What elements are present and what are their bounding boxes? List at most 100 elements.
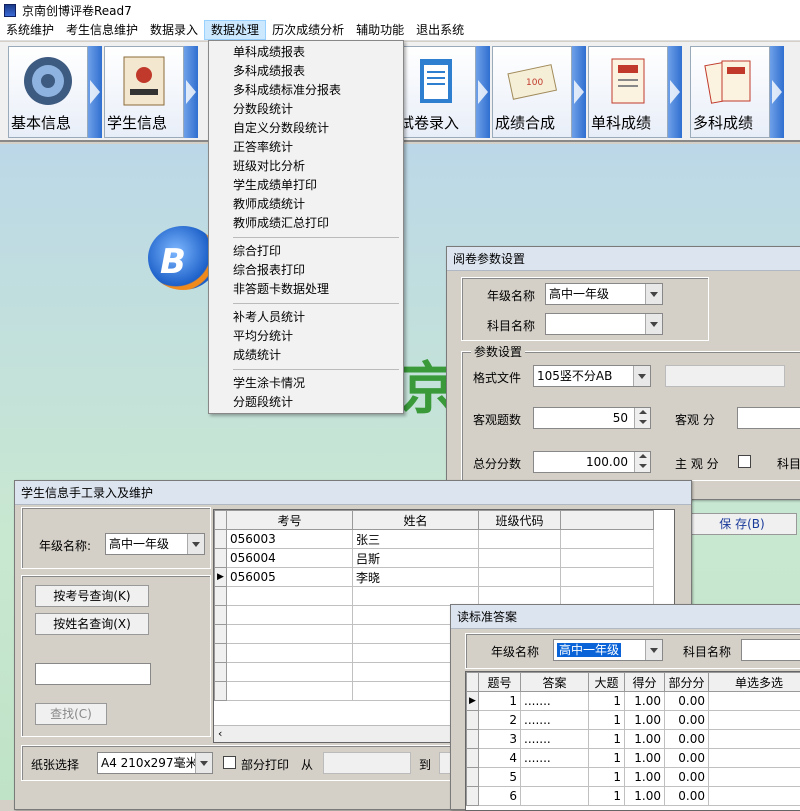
cell-question-no[interactable]: 6 [479,787,521,806]
stepper-arrows-icon[interactable] [634,408,650,428]
column-header-partial-score[interactable]: 部分分 [665,673,709,692]
cell-answer[interactable]: ....... [521,692,589,711]
cell-answer[interactable]: ....... [521,749,589,768]
table-row[interactable]: 056004吕斯 [215,549,654,568]
cell-question-no[interactable]: 5 [479,768,521,787]
table-row[interactable]: 4.......11.000.00 [467,749,800,768]
menuitem-teacher-score-stats[interactable]: 教师成绩统计 [209,195,403,214]
cell-score[interactable]: 1.00 [625,787,665,806]
total-score-stepper[interactable]: 100.00 [533,451,651,473]
table-row[interactable]: 511.000.00 [467,768,800,787]
cell-section[interactable]: 1 [589,730,625,749]
row-selector[interactable] [467,730,479,749]
menuitem-average-score-stats[interactable]: 平均分统计 [209,327,403,346]
cell-answer[interactable]: ....... [521,711,589,730]
toolbar-student-info-button[interactable]: 学生信息 [104,46,184,138]
paper-select[interactable]: A4 210x297毫米 [97,752,213,774]
cell-name[interactable]: 李晓 [353,568,479,587]
cell-score[interactable]: 1.00 [625,692,665,711]
cell-class-code[interactable] [479,549,561,568]
cell-name[interactable]: 吕斯 [353,549,479,568]
find-button[interactable]: 查找(C) [35,703,107,725]
current-row-indicator-icon[interactable]: ▶ [467,692,479,711]
objective-count-stepper[interactable]: 50 [533,407,651,429]
cell-partial-score[interactable]: 0.00 [665,711,709,730]
table-row[interactable]: 056003张三 [215,530,654,549]
menuitem-teacher-summary-print[interactable]: 教师成绩汇总打印 [209,214,403,233]
cell-section[interactable]: 1 [589,711,625,730]
cell-name[interactable]: 张三 [353,530,479,549]
column-header-score[interactable]: 得分 [625,673,665,692]
row-selector[interactable] [467,787,479,806]
column-header-exam-id[interactable]: 考号 [227,511,353,530]
table-row[interactable]: 611.000.00 [467,787,800,806]
cell-single-multi[interactable] [709,787,800,806]
table-row[interactable]: 2.......11.000.00 [467,711,800,730]
cell-score[interactable]: 1.00 [625,730,665,749]
cell-partial-score[interactable]: 0.00 [665,730,709,749]
cell-partial-score[interactable]: 0.00 [665,749,709,768]
row-selector[interactable] [215,530,227,549]
subject-select[interactable] [741,639,800,661]
partial-print-checkbox[interactable] [223,756,236,769]
menuitem-multi-subject-report[interactable]: 多科成绩报表 [209,62,403,81]
cell-exam-id[interactable]: 056003 [227,530,353,549]
table-row[interactable]: ▶056005李晓 [215,568,654,587]
menuitem-class-comparison[interactable]: 班级对比分析 [209,157,403,176]
objective-score-field[interactable] [737,407,800,429]
cell-score[interactable]: 1.00 [625,711,665,730]
subject-select[interactable] [545,313,663,335]
menu-system[interactable]: 系统维护 [0,20,60,40]
cell-class-code[interactable] [479,530,561,549]
menuitem-student-card-status[interactable]: 学生涂卡情况 [209,374,403,393]
cell-question-no[interactable]: 1 [479,692,521,711]
scroll-left-icon[interactable]: ‹ [218,727,222,740]
cell-single-multi[interactable] [709,711,800,730]
menu-aux[interactable]: 辅助功能 [350,20,410,40]
menuitem-combined-print[interactable]: 综合打印 [209,242,403,261]
column-header-section[interactable]: 大题 [589,673,625,692]
column-header-class-code[interactable]: 班级代码 [479,511,561,530]
cell-single-multi[interactable] [709,768,800,787]
cell-exam-id[interactable]: 056005 [227,568,353,587]
column-header-answer[interactable]: 答案 [521,673,589,692]
toolbar-basic-info-button[interactable]: 基本信息 [8,46,88,138]
menuitem-correct-rate-stats[interactable]: 正答率统计 [209,138,403,157]
column-header-single-multi[interactable]: 单选多选 [709,673,800,692]
cell-section[interactable]: 1 [589,787,625,806]
table-row[interactable]: ▶1.......11.000.00 [467,692,800,711]
cell-section[interactable]: 1 [589,692,625,711]
cell-section[interactable]: 1 [589,768,625,787]
subjective-checkbox[interactable] [738,455,751,468]
toolbar-single-subject-button[interactable]: 单科成绩 [588,46,668,138]
menuitem-makeup-exam-stats[interactable]: 补考人员统计 [209,308,403,327]
menu-data-processing[interactable]: 数据处理 [204,20,266,40]
menuitem-non-answer-card-data[interactable]: 非答题卡数据处理 [209,280,403,299]
toolbar-score-merge-button[interactable]: 100 成绩合成 [492,46,572,138]
cell-score[interactable]: 1.00 [625,749,665,768]
menuitem-single-subject-report[interactable]: 单科成绩报表 [209,43,403,62]
cell-question-no[interactable]: 3 [479,730,521,749]
cell-class-code[interactable] [479,568,561,587]
row-selector[interactable] [467,711,479,730]
grade-select[interactable]: 高中一年级 [105,533,205,555]
query-by-name-button[interactable]: 按姓名查询(X) [35,613,149,635]
column-header-question-no[interactable]: 题号 [479,673,521,692]
column-header-name[interactable]: 姓名 [353,511,479,530]
cell-section[interactable]: 1 [589,749,625,768]
menuitem-score-band-stats[interactable]: 分数段统计 [209,100,403,119]
format-select[interactable]: 105竖不分AB [533,365,651,387]
cell-answer[interactable] [521,768,589,787]
row-selector[interactable] [467,749,479,768]
cell-single-multi[interactable] [709,749,800,768]
grade-select[interactable]: 高中一年级 [553,639,663,661]
menuitem-question-band-stats[interactable]: 分题段统计 [209,393,403,412]
chevron-down-icon[interactable] [633,366,650,386]
menu-data-entry[interactable]: 数据录入 [144,20,204,40]
cell-partial-score[interactable]: 0.00 [665,692,709,711]
search-input[interactable] [35,663,151,685]
cell-question-no[interactable]: 4 [479,749,521,768]
toolbar-paper-entry-button[interactable]: 试卷录入 [396,46,476,138]
grade-select[interactable]: 高中一年级 [545,283,663,305]
cell-partial-score[interactable]: 0.00 [665,768,709,787]
